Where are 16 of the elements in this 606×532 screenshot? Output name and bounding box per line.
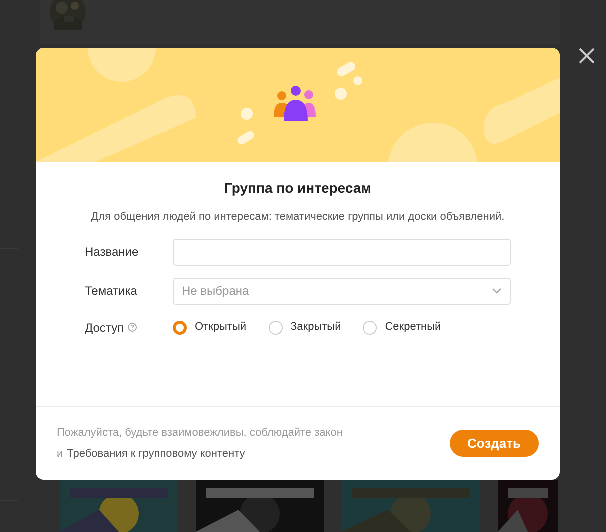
footer-text: Пожалуйста, будьте взаимовежливы, соблюдайте закон [57, 426, 343, 440]
chevron-down-icon [492, 288, 502, 294]
field-label: Тематика [85, 283, 138, 300]
access-radio[interactable]: Открытый [173, 319, 247, 336]
help-icon[interactable] [128, 323, 138, 332]
field-label: Название [85, 244, 140, 261]
field-label: Доступ [85, 320, 124, 336]
access-radio[interactable]: Закрытый [268, 319, 342, 336]
name-field[interactable] [173, 238, 511, 266]
dialog-title: Группа по интересам [224, 179, 372, 198]
people-icon [274, 86, 316, 121]
close-icon[interactable] [578, 47, 596, 65]
requirements-link[interactable]: Требования к групповому контенту [67, 446, 246, 462]
dialog-subtitle: Для общения людей по интересам: тематические группы или доски объявлений. [91, 210, 505, 225]
access-radio[interactable]: Секретный [363, 319, 442, 336]
footer-text: и [57, 447, 64, 462]
